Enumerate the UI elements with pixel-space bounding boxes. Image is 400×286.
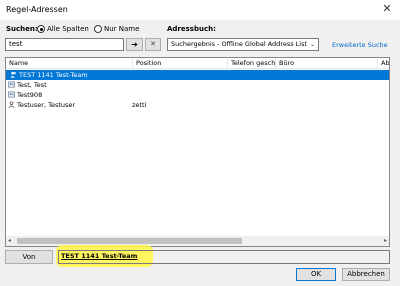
search-clear-button[interactable]: ✕ xyxy=(145,38,161,51)
addressbook-label: Adressbuch: xyxy=(167,25,216,33)
row-name: TEST 1141 Test-Team xyxy=(19,71,88,79)
scrollbar-thumb[interactable] xyxy=(17,238,242,244)
cancel-button-label: Abbrechen xyxy=(347,270,385,278)
scroll-left-icon[interactable]: ◂ xyxy=(8,237,11,244)
results-list[interactable]: Name Position Telefon geschäftlich Büro … xyxy=(5,57,390,247)
group-icon xyxy=(10,70,18,80)
search-label: Suchen: xyxy=(6,25,38,33)
chevron-down-icon: ⌄ xyxy=(309,41,315,48)
close-icon[interactable]: ✕ xyxy=(380,2,394,16)
table-row[interactable]: TEST 1141 Test-Team xyxy=(6,70,389,80)
table-row[interactable]: Testuser, Testuser zetti xyxy=(6,100,389,110)
row-position: zetti xyxy=(132,101,147,109)
ok-button-label: OK xyxy=(310,270,322,278)
radio-name-only-label: Nur Name xyxy=(104,25,140,33)
list-header: Name Position Telefon geschäftlich Büro … xyxy=(6,58,389,69)
ok-button[interactable]: OK xyxy=(296,268,336,281)
from-button-label: Von xyxy=(22,253,36,261)
search-input-value: test xyxy=(9,40,23,48)
from-field-value: TEST 1141 Test-Team xyxy=(61,252,138,260)
table-row[interactable]: Test, Test xyxy=(6,80,389,90)
scroll-right-icon[interactable]: ▸ xyxy=(384,237,387,244)
row-name: Test, Test xyxy=(17,81,47,89)
clear-icon: ✕ xyxy=(150,40,156,48)
addressbook-dropdown[interactable]: Suchergebnis - Offline Global Address Li… xyxy=(167,38,319,51)
search-go-button[interactable]: ➔ xyxy=(126,38,143,51)
radio-all-columns[interactable] xyxy=(37,25,45,33)
column-header-office[interactable]: Büro xyxy=(275,59,377,69)
user-icon xyxy=(8,100,16,110)
row-name: Test908 xyxy=(17,91,43,99)
advanced-search-link[interactable]: Erweiterte Suche xyxy=(332,41,388,49)
contact-card-icon xyxy=(8,90,16,100)
addressbook-selected: Suchergebnis - Offline Global Address Li… xyxy=(171,40,308,48)
window-title: Regel-Adressen xyxy=(6,5,68,14)
table-row[interactable]: Test908 xyxy=(6,90,389,100)
column-header-phone[interactable]: Telefon geschäftlich xyxy=(227,59,275,69)
cancel-button[interactable]: Abbrechen xyxy=(342,268,390,281)
column-header-name[interactable]: Name xyxy=(6,59,131,69)
search-input[interactable]: test xyxy=(5,38,124,51)
column-header-department[interactable]: Abt xyxy=(377,59,389,69)
radio-name-only[interactable] xyxy=(94,25,102,33)
row-name: Testuser, Testuser xyxy=(17,101,76,109)
contact-card-icon xyxy=(8,80,16,90)
from-button[interactable]: Von xyxy=(5,250,53,264)
title-bar: Regel-Adressen ✕ xyxy=(0,0,400,20)
column-header-position[interactable]: Position xyxy=(132,59,227,69)
arrow-right-icon: ➔ xyxy=(131,40,138,49)
radio-all-columns-label: Alle Spalten xyxy=(47,25,89,33)
